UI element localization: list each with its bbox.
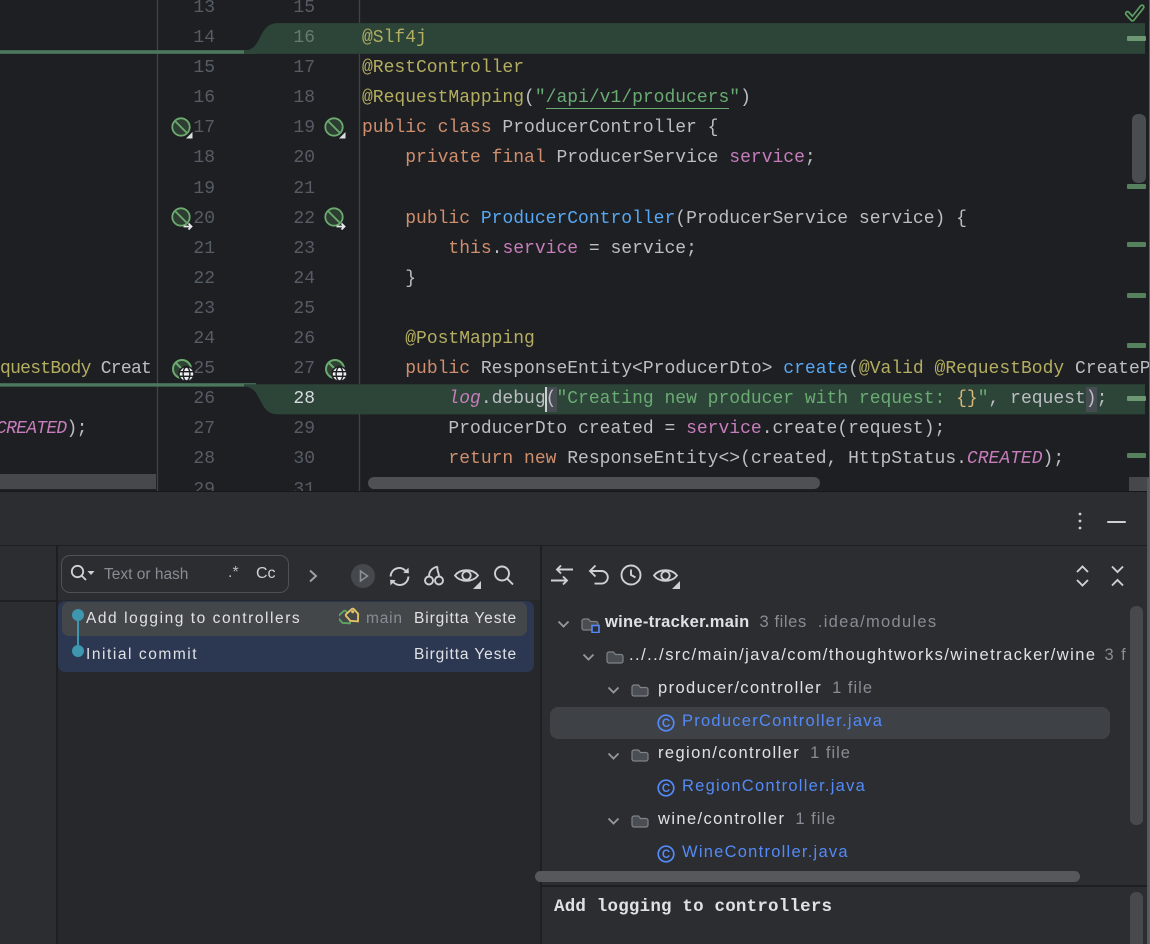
svg-text:C: C	[662, 849, 670, 861]
svg-text:C: C	[662, 718, 670, 730]
svg-text:C: C	[662, 783, 670, 795]
